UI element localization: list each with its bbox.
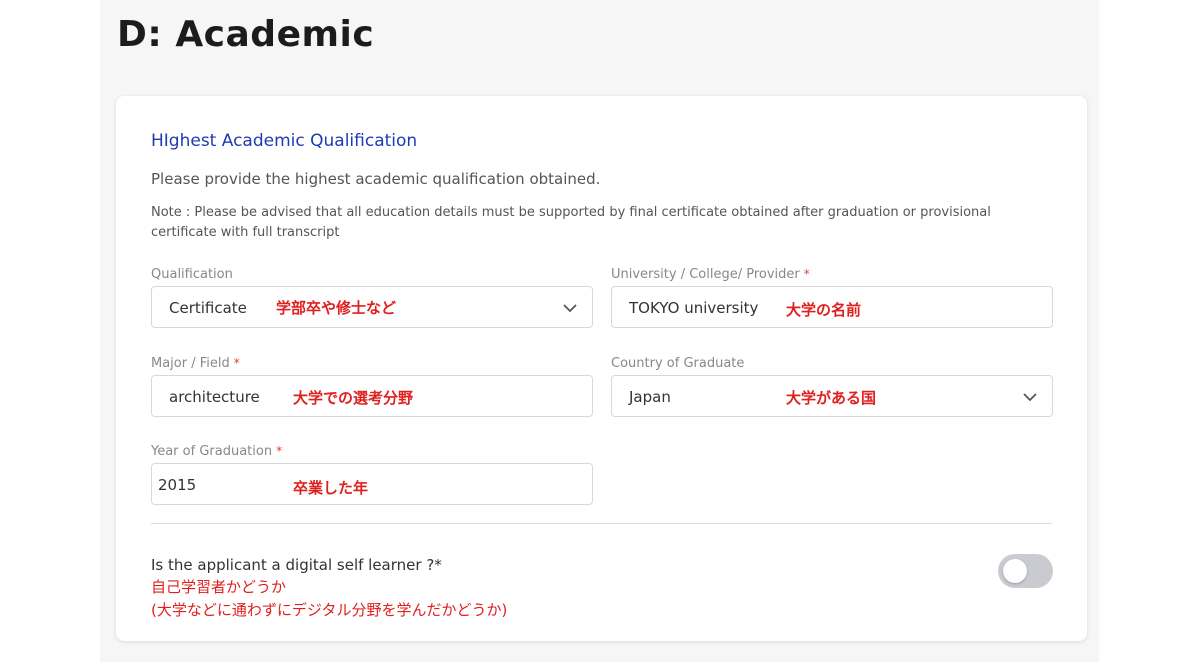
qualification-annotation: 学部卒や修士など: [276, 299, 397, 317]
required-marker: *: [233, 356, 240, 370]
year-value: 2015: [158, 476, 197, 494]
major-label: Major / Field *: [151, 356, 240, 371]
qualification-value: Certificate: [169, 299, 247, 317]
self-learner-annotation-2: (大学などに通わずにデジタル分野を学んだかどうか): [151, 601, 508, 619]
section-note: Note : Please be advised that all educat…: [151, 205, 991, 240]
year-input[interactable]: 2015: [151, 463, 593, 505]
university-value: TOKYO university: [629, 299, 759, 317]
country-label: Country of Graduate: [611, 356, 745, 371]
self-learner-toggle[interactable]: [998, 554, 1053, 588]
major-annotation: 大学での選考分野: [293, 389, 414, 407]
required-marker: *: [803, 267, 810, 281]
divider: [151, 523, 1052, 524]
country-annotation: 大学がある国: [786, 389, 877, 407]
self-learner-annotation-1: 自己学習者かどうか: [151, 578, 287, 596]
chevron-down-icon: [563, 304, 577, 313]
required-marker: *: [276, 444, 283, 458]
section-title: HIghest Academic Qualification: [151, 131, 418, 151]
qualification-label: Qualification: [151, 267, 233, 282]
university-label: University / College/ Provider *: [611, 267, 810, 282]
year-annotation: 卒業した年: [293, 479, 369, 497]
page-title: D: Academic: [117, 14, 375, 55]
self-learner-question: Is the applicant a digital self learner …: [151, 556, 442, 574]
toggle-knob: [1003, 559, 1027, 583]
chevron-down-icon: [1023, 393, 1037, 402]
university-annotation: 大学の名前: [786, 301, 862, 319]
section-description: Please provide the highest academic qual…: [151, 170, 601, 188]
country-value: Japan: [629, 388, 671, 406]
major-value: architecture: [169, 388, 260, 406]
year-label: Year of Graduation *: [151, 444, 283, 459]
